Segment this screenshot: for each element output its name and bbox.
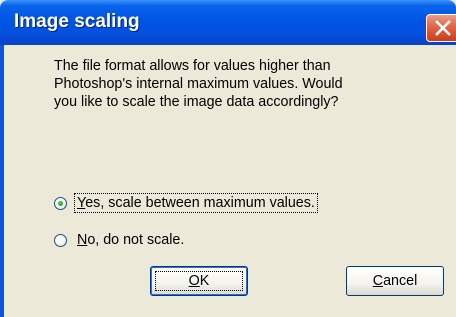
- label-rest: ancel: [383, 273, 418, 289]
- mnemonic: C: [372, 273, 384, 289]
- message-line: you like to scale the image data accordi…: [54, 94, 339, 110]
- ok-button-label: OK: [189, 273, 210, 289]
- dialog-message: The file format allows for values higher…: [54, 57, 444, 111]
- label-rest: o, do not scale.: [87, 232, 185, 248]
- close-button[interactable]: [426, 14, 456, 42]
- mnemonic: O: [188, 273, 200, 289]
- ok-button[interactable]: OK: [150, 266, 248, 296]
- radio-button-scale[interactable]: [54, 196, 67, 210]
- message-line: The file format allows for values higher…: [54, 58, 331, 74]
- label-rest: es, scale between maximum values.: [85, 195, 315, 211]
- radio-selected-dot: [58, 200, 63, 206]
- mnemonic: N: [77, 232, 88, 248]
- message-line: Photoshop's internal maximum values. Wou…: [54, 76, 343, 92]
- window-frame-left: [0, 45, 4, 317]
- close-icon: [435, 20, 451, 36]
- image-scaling-dialog: Image scaling The file format allows for…: [0, 0, 456, 317]
- option-scale-label[interactable]: Yes, scale between maximum values.: [74, 193, 318, 213]
- mnemonic: Y: [77, 195, 86, 211]
- radio-button-no-scale[interactable]: [54, 233, 67, 247]
- option-no-scale-label[interactable]: No, do not scale.: [75, 231, 186, 249]
- cancel-button-label: Cancel: [373, 273, 418, 289]
- cancel-button[interactable]: Cancel: [346, 266, 444, 296]
- option-scale[interactable]: Yes, scale between maximum values.: [54, 192, 318, 214]
- title-bar[interactable]: Image scaling: [0, 0, 456, 45]
- option-no-scale[interactable]: No, do not scale.: [54, 229, 186, 251]
- label-rest: K: [199, 273, 210, 289]
- dialog-title: Image scaling: [14, 11, 140, 32]
